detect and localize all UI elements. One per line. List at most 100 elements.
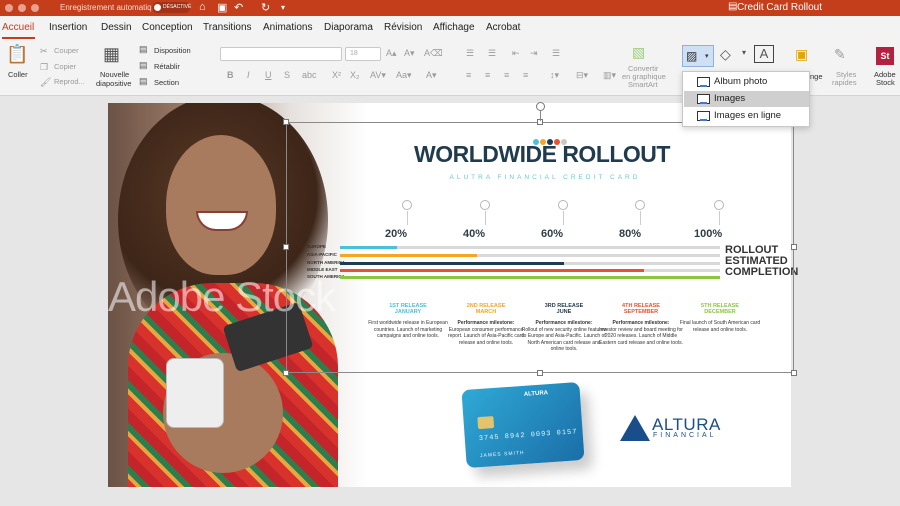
resize-handle[interactable] (791, 244, 797, 250)
numbering-icon[interactable]: ☰ (488, 48, 496, 59)
cut-button[interactable]: Couper (54, 46, 79, 55)
character-spacing-icon[interactable]: AV▾ (370, 70, 386, 81)
menu-bar: Accueil Insertion Dessin Conception Tran… (0, 16, 900, 40)
release-milestone: Performance milestone: (612, 320, 670, 326)
paste-button[interactable]: Coller (8, 70, 28, 79)
format-painter-icon: 🖌 (40, 77, 52, 87)
picture-button[interactable]: ▨ ▾ (682, 45, 714, 67)
align-center-icon[interactable]: ≡ (485, 70, 490, 80)
tab-acrobat[interactable]: Acrobat (486, 22, 520, 33)
globe-icon (635, 200, 645, 210)
bullets-icon[interactable]: ☰ (466, 48, 474, 59)
clear-format-icon[interactable]: A⌫ (424, 48, 443, 59)
copy-button[interactable]: Copier (54, 62, 76, 71)
card-brand: ALTURA (523, 390, 549, 398)
rotate-handle-icon[interactable] (536, 102, 545, 111)
align-right-icon[interactable]: ≡ (504, 70, 509, 80)
arrange-button[interactable]: nge (810, 72, 823, 81)
shapes-icon[interactable]: ◇ (720, 46, 731, 63)
shapes-dropdown-icon[interactable]: ▾ (742, 48, 746, 57)
adobe-stock-icon[interactable]: St (876, 47, 894, 65)
outdent-icon[interactable]: ⇤ (512, 48, 520, 59)
release-text: Final launch of South American card rele… (679, 320, 761, 333)
progress-bar-north-america (340, 262, 565, 265)
new-slide-button-line2[interactable]: diapositive (96, 79, 131, 88)
rollout-completion-label: ROLLOUT ESTIMATED COMPLETION (725, 245, 798, 278)
release-text: European consumer performance report. La… (447, 326, 525, 346)
close-window-icon[interactable] (5, 4, 13, 12)
release-heading: 3RD RELEASE JUNE (524, 303, 604, 315)
reset-button[interactable]: Rétablir (154, 62, 180, 71)
new-slide-button-line1[interactable]: Nouvelle (100, 70, 129, 79)
convert-smartart-line3[interactable]: SmartArt (628, 80, 658, 89)
credit-card-image[interactable]: ALTURA 3745 8942 0093 0157 JAMES SMITH (461, 381, 585, 469)
resize-handle[interactable] (537, 370, 543, 376)
tab-diaporama[interactable]: Diaporama (324, 22, 373, 33)
underline-icon[interactable]: U (265, 70, 272, 80)
undo-icon[interactable]: ↶ (234, 1, 243, 14)
increase-font-icon[interactable]: A▴ (386, 48, 397, 59)
menu-item-online-images[interactable]: Images en ligne (684, 108, 809, 124)
percent-label: 80% (619, 228, 642, 240)
strikethrough-icon[interactable]: abc (302, 70, 317, 80)
smartart-icon[interactable]: ▧ (632, 44, 645, 61)
more-icon[interactable]: ▾ (281, 3, 285, 12)
adobe-stock-line2[interactable]: Stock (876, 78, 895, 87)
menu-item-album-photo[interactable]: Album photo (684, 74, 809, 90)
text-direction-icon[interactable]: ↕▾ (550, 70, 559, 81)
indent-icon[interactable]: ⇥ (530, 48, 538, 59)
subscript-icon[interactable]: X₂ (350, 70, 360, 80)
italic-icon[interactable]: I (247, 70, 250, 80)
tick-line (485, 211, 486, 225)
resize-handle[interactable] (283, 119, 289, 125)
tab-affichage[interactable]: Affichage (433, 22, 475, 33)
section-button[interactable]: Section (154, 78, 179, 87)
quick-styles-line2[interactable]: rapides (832, 78, 857, 87)
format-painter-button[interactable]: Reprod... (54, 77, 85, 86)
tab-transitions[interactable]: Transitions (203, 22, 252, 33)
tab-animations[interactable]: Animations (263, 22, 312, 33)
tab-conception[interactable]: Conception (142, 22, 193, 33)
release-milestone: Performance milestone: (457, 320, 515, 326)
columns-icon[interactable]: ▥▾ (603, 70, 616, 81)
release-heading: 1ST RELEASE JANUARY (368, 303, 448, 315)
zoom-window-icon[interactable] (31, 4, 39, 12)
menu-item-images[interactable]: Images (684, 91, 809, 107)
minimize-window-icon[interactable] (18, 4, 26, 12)
shadow-icon[interactable]: S (284, 70, 290, 80)
quick-styles-icon[interactable]: ✎ (834, 46, 846, 63)
tab-accueil[interactable]: Accueil (2, 22, 34, 33)
change-case-icon[interactable]: Aa▾ (396, 70, 412, 81)
font-name-field[interactable] (220, 47, 342, 61)
justify-icon[interactable]: ≡ (523, 70, 528, 80)
superscript-icon[interactable]: X² (332, 70, 341, 80)
tab-dessin[interactable]: Dessin (101, 22, 132, 33)
arrange-icon[interactable]: ▣ (795, 46, 808, 63)
save-icon[interactable]: ▣ (217, 1, 227, 14)
autosave-toggle[interactable]: DÉSACTIVÉ (152, 2, 191, 13)
resize-handle[interactable] (283, 244, 289, 250)
tab-revision[interactable]: Révision (384, 22, 422, 33)
text-box-icon[interactable]: A (754, 45, 774, 63)
photo-face (166, 135, 276, 275)
font-color-icon[interactable]: A▾ (426, 70, 437, 81)
layout-button[interactable]: Disposition (154, 46, 191, 55)
new-slide-icon[interactable]: ▦ (103, 44, 120, 65)
line-spacing-icon[interactable]: ☰ (552, 48, 560, 59)
paste-icon[interactable]: 📋 (6, 44, 28, 65)
home-icon[interactable]: ⌂ (199, 1, 206, 13)
bold-icon[interactable]: B (227, 70, 234, 80)
decrease-font-icon[interactable]: A▾ (404, 48, 415, 59)
resize-handle[interactable] (791, 370, 797, 376)
tab-insertion[interactable]: Insertion (49, 22, 87, 33)
resize-handle[interactable] (283, 370, 289, 376)
progress-track (340, 246, 720, 249)
release-description: Final launch of South American card rele… (677, 320, 763, 333)
photo-phone (166, 358, 224, 428)
align-left-icon[interactable]: ≡ (466, 70, 471, 80)
reset-icon: ▤ (139, 60, 148, 70)
font-size-field[interactable]: 18 (345, 47, 381, 61)
infographic-subtitle: ALUTRA FINANCIAL CREDIT CARD (449, 174, 641, 181)
align-text-icon[interactable]: ⊟▾ (576, 70, 588, 81)
redo-icon[interactable]: ↻ (261, 1, 270, 14)
